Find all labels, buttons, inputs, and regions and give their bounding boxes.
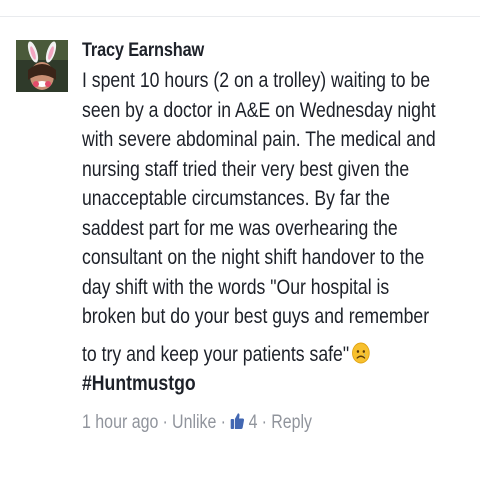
like-count[interactable]: 4 bbox=[230, 411, 257, 435]
comment-line-with-emoji: to try and keep your patients safe" bbox=[82, 340, 408, 370]
separator: · bbox=[220, 412, 226, 434]
comment-line: unacceptable circumstances. By far the bbox=[82, 187, 390, 210]
author-name[interactable]: Tracy Earnshaw bbox=[82, 40, 416, 62]
timestamp[interactable]: 1 hour ago bbox=[82, 411, 158, 435]
unlike-link[interactable]: Unlike bbox=[172, 411, 216, 435]
hashtag-link[interactable]: #Huntmustgo bbox=[82, 369, 408, 398]
comment-line: with severe abdominal pain. The medical … bbox=[82, 128, 436, 151]
reply-link[interactable]: Reply bbox=[271, 411, 312, 435]
comment-body: Tracy Earnshaw I spent 10 hours (2 on a … bbox=[82, 40, 470, 435]
comment-actions: 1 hour ago · Unlike · 4 · Reply bbox=[82, 411, 408, 435]
comment-line: nursing staff tried their very best give… bbox=[82, 157, 410, 181]
comment-line: day shift with the words "Our hospital i… bbox=[82, 275, 390, 299]
comment-line: I spent 10 hours (2 on a trolley) waitin… bbox=[82, 69, 431, 92]
comment-line: saddest part for me was overhearing the bbox=[82, 216, 398, 240]
comment-text: I spent 10 hours (2 on a trolley) waitin… bbox=[82, 66, 470, 398]
sad-face-emoji-icon bbox=[352, 342, 370, 363]
top-divider bbox=[0, 16, 480, 17]
avatar[interactable] bbox=[16, 40, 68, 92]
separator: · bbox=[261, 412, 267, 434]
thumbs-up-icon bbox=[230, 413, 245, 430]
comment-line: seen by a doctor in A&E on Wednesday nig… bbox=[82, 98, 436, 122]
separator: · bbox=[162, 412, 168, 434]
avatar-image bbox=[16, 40, 68, 92]
like-count-value: 4 bbox=[248, 412, 258, 433]
comment-line: to try and keep your patients safe" bbox=[82, 342, 350, 366]
comment-line: consultant on the night shift handover t… bbox=[82, 246, 425, 269]
comment-line: broken but do your best guys and remembe… bbox=[82, 305, 430, 328]
